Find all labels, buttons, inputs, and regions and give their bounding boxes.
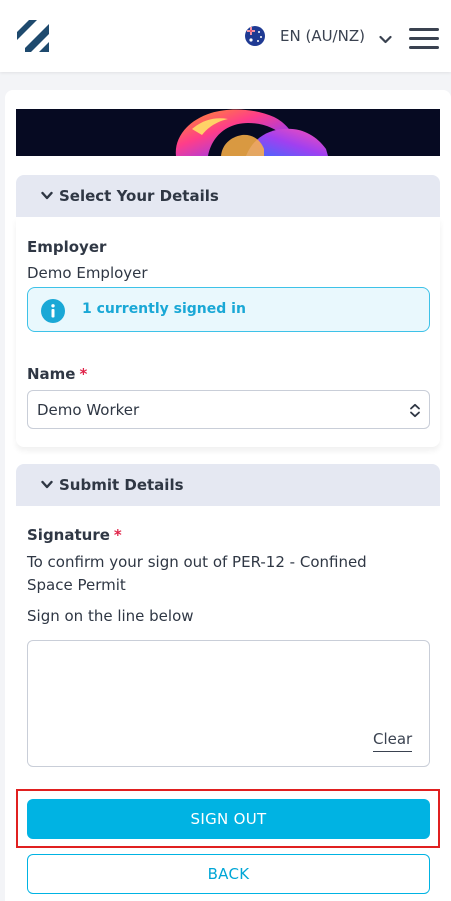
section-header-submit-details[interactable]: Submit Details — [16, 464, 440, 506]
clear-signature-button[interactable]: Clear — [373, 730, 413, 752]
chevron-down-icon[interactable] — [379, 30, 392, 44]
back-button[interactable]: BACK — [27, 854, 430, 894]
employer-label: Employer — [27, 238, 107, 256]
language-selector[interactable]: EN (AU/NZ) — [280, 27, 365, 45]
confirm-text-line1: To confirm your sign out of PER-12 - Con… — [27, 553, 367, 571]
hamburger-menu-icon[interactable] — [409, 26, 439, 50]
sign-out-button[interactable]: SIGN OUT — [27, 799, 430, 839]
chevron-down-icon — [41, 191, 53, 200]
name-label-text: Name — [27, 365, 76, 383]
info-message: 1 currently signed in — [82, 301, 246, 317]
name-label: Name * — [27, 365, 87, 383]
required-marker: * — [79, 365, 88, 383]
confirm-text-line2: Space Permit — [27, 576, 126, 594]
name-select[interactable]: Demo Worker — [27, 390, 430, 429]
employer-value: Demo Employer — [27, 264, 148, 282]
info-icon — [41, 299, 65, 323]
app-logo-icon[interactable] — [17, 20, 49, 52]
signed-in-info-alert: 1 currently signed in — [27, 287, 430, 332]
required-marker: * — [113, 526, 122, 544]
section-title: Submit Details — [59, 476, 184, 494]
signature-pad[interactable]: Clear — [27, 640, 430, 767]
signature-label-text: Signature — [27, 526, 110, 544]
australia-flag-icon — [245, 26, 265, 46]
brand-banner — [16, 109, 440, 156]
top-bar: EN (AU/NZ) — [0, 0, 451, 72]
sign-instruction: Sign on the line below — [27, 607, 194, 625]
sort-arrows-icon — [410, 403, 420, 418]
chevron-down-icon — [41, 480, 53, 489]
section-title: Select Your Details — [59, 187, 219, 205]
signature-label: Signature * — [27, 526, 122, 544]
section-header-select-details[interactable]: Select Your Details — [16, 175, 440, 217]
name-select-value: Demo Worker — [37, 401, 140, 419]
